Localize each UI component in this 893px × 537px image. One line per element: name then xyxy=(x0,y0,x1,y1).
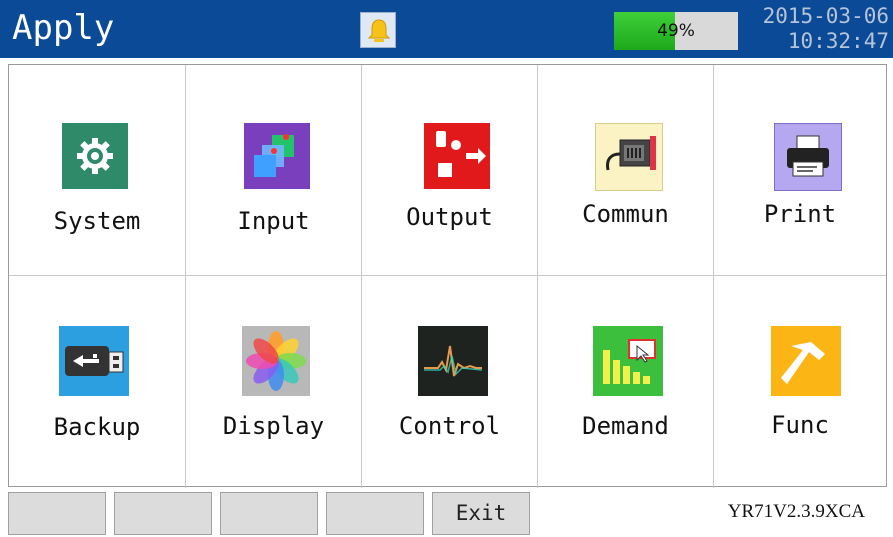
app-label: Print xyxy=(763,200,837,228)
app-label: Func xyxy=(771,411,829,439)
soft-key-3[interactable] xyxy=(220,492,318,535)
app-grid: System Input Output Commun Print Backup … xyxy=(8,64,887,488)
app-label: Commun xyxy=(582,200,669,228)
title-bar: Apply 49% 2015-03-06 10:32:47 xyxy=(0,0,893,58)
page-title: Apply xyxy=(12,8,115,48)
soft-key-2[interactable] xyxy=(114,492,212,535)
app-label: Control xyxy=(398,412,501,440)
display-color-icon xyxy=(242,326,310,396)
function-bar: Exit YR71V2.3.9XCA xyxy=(0,489,893,537)
serial-port-icon xyxy=(595,123,663,191)
app-label: Output xyxy=(406,203,493,231)
alarm-button[interactable] xyxy=(360,12,396,48)
bar-chart-icon xyxy=(593,326,663,396)
app-label: Input xyxy=(237,207,310,235)
app-label: Display xyxy=(222,412,325,440)
app-input[interactable]: Input xyxy=(186,65,362,276)
printer-icon xyxy=(774,123,842,191)
app-print[interactable]: Print xyxy=(714,65,886,276)
app-output[interactable]: Output xyxy=(362,65,538,276)
app-func[interactable]: Func xyxy=(714,276,886,488)
app-display[interactable]: Display xyxy=(186,276,362,488)
battery-percent: 49% xyxy=(657,21,695,41)
waveform-icon xyxy=(418,326,488,396)
time-text: 10:32:47 xyxy=(787,29,889,53)
date-text: 2015-03-06 xyxy=(762,4,889,28)
app-label: Backup xyxy=(53,413,141,441)
usb-icon xyxy=(59,326,129,396)
battery-indicator: 49% xyxy=(614,12,738,50)
exit-button[interactable]: Exit xyxy=(432,492,530,535)
app-control[interactable]: Control xyxy=(362,276,538,488)
input-icon xyxy=(244,123,310,189)
version-label: YR71V2.3.9XCA xyxy=(727,501,865,522)
soft-key-1[interactable] xyxy=(8,492,106,535)
app-commun[interactable]: Commun xyxy=(538,65,714,276)
datetime: 2015-03-06 10:32:47 xyxy=(763,4,889,54)
bell-icon xyxy=(367,19,391,42)
app-label: Demand xyxy=(582,412,669,440)
hammer-icon xyxy=(771,326,841,396)
gear-icon xyxy=(62,123,128,189)
app-demand[interactable]: Demand xyxy=(538,276,714,488)
app-label: System xyxy=(53,207,141,235)
app-backup[interactable]: Backup xyxy=(9,276,186,488)
app-system[interactable]: System xyxy=(9,65,186,276)
output-icon xyxy=(424,123,490,189)
soft-key-4[interactable] xyxy=(326,492,424,535)
